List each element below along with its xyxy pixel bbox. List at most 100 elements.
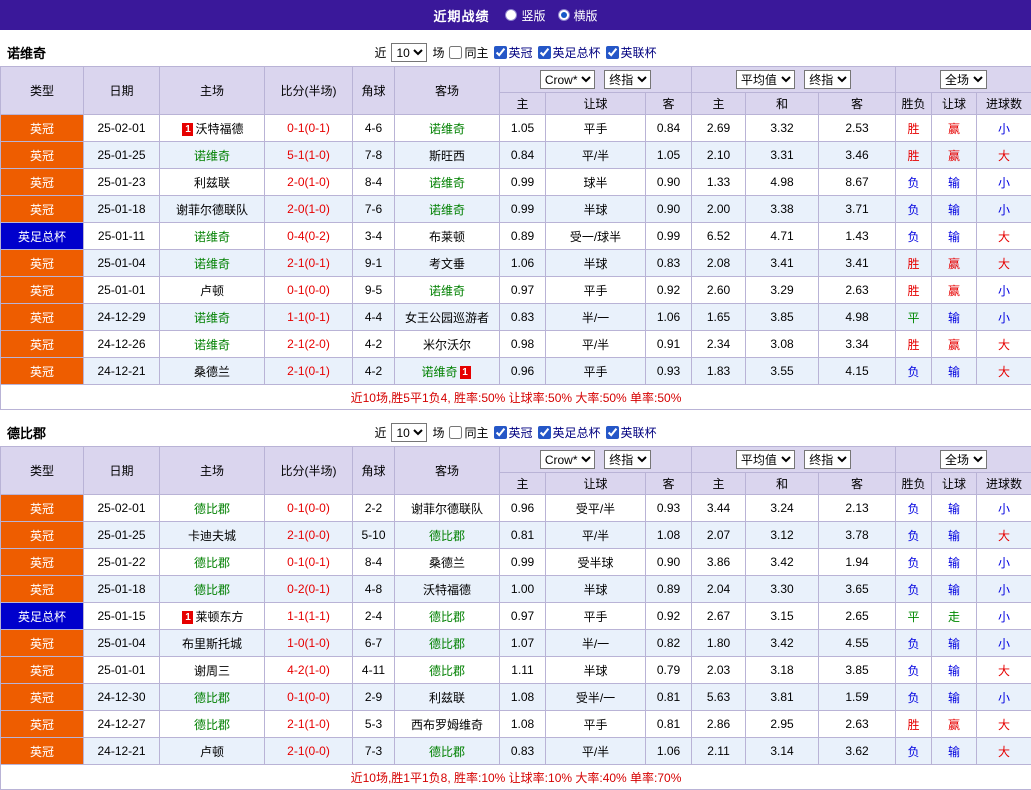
team-link[interactable]: 诺维奇 — [194, 257, 230, 271]
score-cell[interactable]: 1-1(1-1) — [265, 603, 353, 630]
league-checkbox[interactable] — [494, 46, 507, 59]
score-cell[interactable]: 0-1(0-0) — [265, 684, 353, 711]
score-cell[interactable]: 1-0(1-0) — [265, 630, 353, 657]
team-link[interactable]: 女王公园巡游者 — [405, 311, 489, 325]
match-count-select[interactable]: 10 — [391, 423, 427, 442]
league-filter[interactable]: 英冠 — [494, 424, 533, 441]
radio-icon[interactable] — [558, 9, 570, 21]
odds-away-cell: 0.93 — [646, 358, 692, 385]
score-cell[interactable]: 0-1(0-1) — [265, 549, 353, 576]
league-filter[interactable]: 英足总杯 — [538, 424, 601, 441]
team-link[interactable]: 诺维奇 — [421, 365, 457, 379]
team-link[interactable]: 谢周三 — [194, 664, 230, 678]
col-header-goals: 进球数 — [977, 93, 1031, 115]
avg-draw-cell: 3.12 — [746, 522, 819, 549]
team-link[interactable]: 布里斯托城 — [182, 637, 242, 651]
score-cell[interactable]: 2-1(0-1) — [265, 358, 353, 385]
same-home-filter[interactable]: 同主 — [449, 44, 488, 61]
fullmatch-select[interactable]: 全场 — [940, 70, 987, 89]
team-link[interactable]: 德比郡 — [429, 529, 465, 543]
score-cell[interactable]: 0-4(0-2) — [265, 223, 353, 250]
team-link[interactable]: 德比郡 — [194, 556, 230, 570]
odds-stage-select[interactable]: 终指 — [604, 70, 651, 89]
team-link[interactable]: 利兹联 — [429, 691, 465, 705]
score-cell[interactable]: 5-1(1-0) — [265, 142, 353, 169]
match-row: 英冠24-12-26诺维奇2-1(2-0)4-2米尔沃尔0.98平/半0.912… — [1, 331, 1031, 358]
team-link[interactable]: 卢顿 — [200, 284, 224, 298]
team-link[interactable]: 米尔沃尔 — [423, 338, 471, 352]
score-cell[interactable]: 0-1(0-0) — [265, 277, 353, 304]
team-link[interactable]: 诺维奇 — [429, 203, 465, 217]
score-cell[interactable]: 2-1(2-0) — [265, 331, 353, 358]
score-cell[interactable]: 2-0(1-0) — [265, 169, 353, 196]
match-row: 英足总杯25-01-151莱顿东方1-1(1-1)2-4德比郡0.97平手0.9… — [1, 603, 1031, 630]
team-link[interactable]: 谢菲尔德联队 — [176, 203, 248, 217]
league-filter[interactable]: 英联杯 — [606, 424, 657, 441]
layout-radio-option[interactable]: 竖版 — [505, 7, 545, 24]
league-checkbox[interactable] — [538, 46, 551, 59]
fullmatch-select[interactable]: 全场 — [940, 450, 987, 469]
team-link[interactable]: 桑德兰 — [194, 365, 230, 379]
score-cell[interactable]: 2-0(1-0) — [265, 196, 353, 223]
team-link[interactable]: 卡迪夫城 — [188, 529, 236, 543]
team-link[interactable]: 莱顿东方 — [195, 610, 243, 624]
team-link[interactable]: 德比郡 — [429, 610, 465, 624]
match-count-select[interactable]: 10 — [391, 43, 427, 62]
team-link[interactable]: 诺维奇 — [194, 311, 230, 325]
score-cell[interactable]: 2-1(0-0) — [265, 522, 353, 549]
same-home-checkbox[interactable] — [449, 46, 462, 59]
avg-draw-cell: 3.08 — [746, 331, 819, 358]
team-link[interactable]: 谢菲尔德联队 — [411, 502, 483, 516]
team-link[interactable]: 诺维奇 — [429, 284, 465, 298]
team-link[interactable]: 卢顿 — [200, 745, 224, 759]
team-link[interactable]: 斯旺西 — [429, 149, 465, 163]
avg-source-select[interactable]: 平均值 — [736, 450, 795, 469]
team-link[interactable]: 沃特福德 — [423, 583, 471, 597]
avg-stage-select[interactable]: 终指 — [804, 70, 851, 89]
league-type-cell: 英冠 — [1, 331, 84, 358]
same-home-filter[interactable]: 同主 — [449, 424, 488, 441]
team-link[interactable]: 德比郡 — [194, 502, 230, 516]
score-cell[interactable]: 4-2(1-0) — [265, 657, 353, 684]
radio-icon[interactable] — [505, 9, 517, 21]
layout-radio-option[interactable]: 横版 — [558, 7, 598, 24]
avg-stage-select[interactable]: 终指 — [804, 450, 851, 469]
league-checkbox[interactable] — [494, 426, 507, 439]
score-cell[interactable]: 2-1(1-0) — [265, 711, 353, 738]
team-link[interactable]: 诺维奇 — [429, 176, 465, 190]
team-link[interactable]: 德比郡 — [429, 637, 465, 651]
avg-draw-cell: 3.14 — [746, 738, 819, 765]
team-link[interactable]: 利兹联 — [194, 176, 230, 190]
team-link[interactable]: 德比郡 — [429, 745, 465, 759]
score-cell[interactable]: 1-1(0-1) — [265, 304, 353, 331]
team-link[interactable]: 考文垂 — [429, 257, 465, 271]
odds-source-select[interactable]: Crow* — [540, 70, 595, 89]
league-checkbox[interactable] — [606, 46, 619, 59]
odds-stage-select[interactable]: 终指 — [604, 450, 651, 469]
same-home-checkbox[interactable] — [449, 426, 462, 439]
team-link[interactable]: 桑德兰 — [429, 556, 465, 570]
score-cell[interactable]: 2-1(0-0) — [265, 738, 353, 765]
score-cell[interactable]: 0-1(0-0) — [265, 495, 353, 522]
league-filter[interactable]: 英冠 — [494, 44, 533, 61]
team-link[interactable]: 德比郡 — [194, 718, 230, 732]
league-filter[interactable]: 英足总杯 — [538, 44, 601, 61]
team-link[interactable]: 西布罗姆维奇 — [411, 718, 483, 732]
league-checkbox[interactable] — [538, 426, 551, 439]
team-link[interactable]: 沃特福德 — [195, 122, 243, 136]
odds-source-select[interactable]: Crow* — [540, 450, 595, 469]
league-filter[interactable]: 英联杯 — [606, 44, 657, 61]
score-cell[interactable]: 0-1(0-1) — [265, 115, 353, 142]
score-cell[interactable]: 2-1(0-1) — [265, 250, 353, 277]
team-link[interactable]: 布莱顿 — [429, 230, 465, 244]
team-link[interactable]: 德比郡 — [194, 583, 230, 597]
avg-source-select[interactable]: 平均值 — [736, 70, 795, 89]
team-link[interactable]: 诺维奇 — [194, 149, 230, 163]
team-link[interactable]: 诺维奇 — [194, 338, 230, 352]
league-checkbox[interactable] — [606, 426, 619, 439]
team-link[interactable]: 诺维奇 — [194, 230, 230, 244]
score-cell[interactable]: 0-2(0-1) — [265, 576, 353, 603]
team-link[interactable]: 德比郡 — [429, 664, 465, 678]
team-link[interactable]: 德比郡 — [194, 691, 230, 705]
team-link[interactable]: 诺维奇 — [429, 122, 465, 136]
